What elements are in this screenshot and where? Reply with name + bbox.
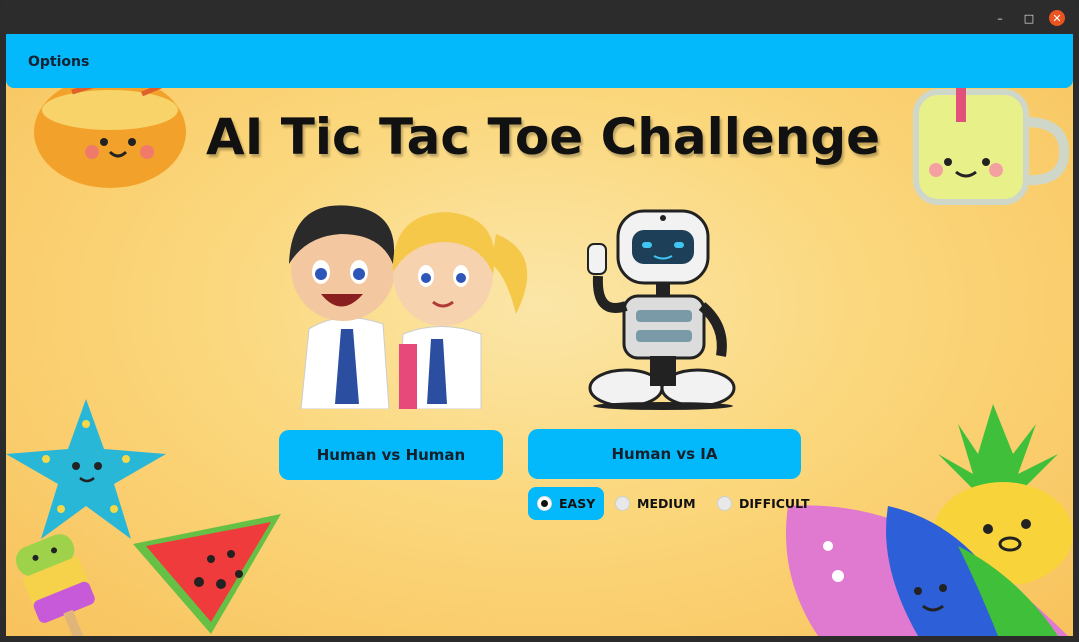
main-area: Options AI Tic Tac Toe Challenge Human v… bbox=[6, 34, 1073, 636]
close-icon[interactable]: ✕ bbox=[1049, 10, 1065, 26]
difficulty-medium-label: MEDIUM bbox=[637, 496, 696, 511]
menu-bar: Options bbox=[6, 34, 1073, 88]
difficulty-difficult-label: DIFFICULT bbox=[739, 496, 810, 511]
surfboard-character bbox=[786, 505, 1068, 636]
difficulty-easy-label: EASY bbox=[559, 496, 596, 511]
app-window: – □ ✕ Options AI Tic Tac Toe Challenge H… bbox=[0, 0, 1079, 642]
page-title: AI Tic Tac Toe Challenge bbox=[206, 108, 881, 166]
popsicle-character bbox=[15, 534, 95, 636]
difficulty-easy-radio[interactable]: EASY bbox=[528, 487, 605, 520]
difficulty-medium-radio[interactable]: MEDIUM bbox=[615, 487, 696, 520]
radio-unselected-icon bbox=[615, 496, 630, 511]
radio-unselected-icon bbox=[717, 496, 732, 511]
watermelon-character bbox=[133, 514, 281, 634]
minimize-icon[interactable]: – bbox=[992, 10, 1008, 26]
radio-selected-icon bbox=[537, 496, 552, 511]
robot-illustration bbox=[587, 209, 736, 410]
lemonade-jar-character bbox=[913, 82, 1070, 205]
ramen-bowl-character bbox=[34, 82, 186, 188]
maximize-icon[interactable]: □ bbox=[1021, 10, 1037, 26]
human-vs-ai-button[interactable]: Human vs IA bbox=[528, 429, 801, 479]
title-bar: – □ ✕ bbox=[0, 0, 1079, 34]
human-vs-human-button[interactable]: Human vs Human bbox=[279, 430, 503, 480]
options-menu[interactable]: Options bbox=[28, 54, 89, 70]
kids-illustration bbox=[289, 205, 528, 409]
difficulty-difficult-radio[interactable]: DIFFICULT bbox=[717, 487, 810, 520]
